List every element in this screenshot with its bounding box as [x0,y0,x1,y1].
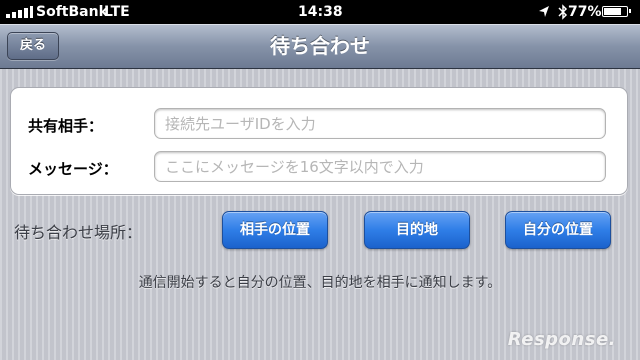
partner-location-button[interactable]: 相手の位置 [222,211,328,249]
partner-label: 共有相手： [28,117,104,135]
bluetooth-icon [558,4,568,20]
back-button[interactable]: 戻る [7,32,59,60]
navigation-bar: 戻る 待ち合わせ [0,24,640,69]
network-type: LTE [104,4,130,20]
message-input[interactable] [154,151,606,182]
battery-level-fill [604,8,621,15]
form-card: 共有相手： メッセージ： [10,87,628,195]
response-watermark-logo: Response. [507,329,616,350]
status-bar: SoftBank LTE 14:38 77% [0,0,640,24]
location-arrow-icon [539,6,549,17]
info-text: 通信開始すると自分の位置、目的地を相手に通知します。 [138,275,502,291]
page-title: 待ち合わせ [270,34,370,58]
signal-icon [6,6,34,18]
destination-button[interactable]: 目的地 [364,211,470,249]
my-location-button[interactable]: 自分の位置 [505,211,611,249]
meeting-place-label: 待ち合わせ場所： [14,223,143,242]
status-time: 14:38 [298,4,343,20]
battery-icon [602,6,631,17]
partner-id-input[interactable] [154,108,606,139]
battery-percent: 77% [568,4,602,20]
carrier-name: SoftBank [36,4,108,20]
message-label: メッセージ： [28,160,118,178]
